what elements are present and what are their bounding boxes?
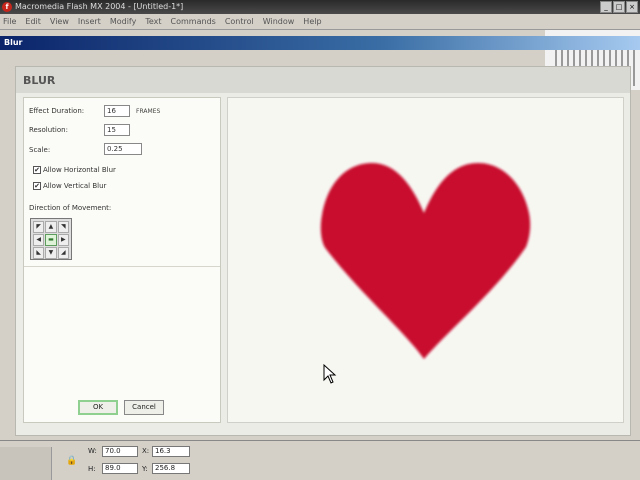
resolution-input[interactable]: 15 bbox=[104, 124, 130, 136]
flash-logo-icon: f bbox=[2, 2, 12, 12]
y-input[interactable]: 256.8 bbox=[152, 463, 190, 474]
direction-selector: ◤ ▲ ◥ ◀ ▬ ▶ ◣ ▼ ◢ bbox=[30, 218, 72, 260]
resolution-label: Resolution: bbox=[29, 126, 68, 134]
scale-label: Scale: bbox=[29, 146, 51, 154]
menu-view[interactable]: View bbox=[50, 17, 69, 26]
heart-icon bbox=[320, 163, 531, 359]
x-label: X: bbox=[142, 447, 150, 455]
allow-horizontal-checkbox[interactable]: ✔ Allow Horizontal Blur bbox=[33, 166, 116, 174]
menu-text[interactable]: Text bbox=[145, 17, 161, 26]
effect-duration-unit: FRAMES bbox=[136, 108, 161, 115]
menu-insert[interactable]: Insert bbox=[78, 17, 101, 26]
dialog-header: BLUR bbox=[16, 67, 630, 93]
lock-icon[interactable]: 🔒 bbox=[66, 456, 77, 466]
ok-button[interactable]: OK bbox=[78, 400, 118, 415]
app-title: Macromedia Flash MX 2004 - [Untitled-1*] bbox=[15, 2, 184, 11]
arrow-up-icon[interactable]: ▲ bbox=[45, 221, 57, 233]
direction-label: Direction of Movement: bbox=[29, 204, 112, 212]
arrow-down-right-icon[interactable]: ◢ bbox=[57, 247, 69, 259]
app-titlebar: f Macromedia Flash MX 2004 - [Untitled-1… bbox=[0, 0, 640, 14]
menu-modify[interactable]: Modify bbox=[110, 17, 137, 26]
effect-duration-input[interactable]: 16 bbox=[104, 105, 130, 117]
height-input[interactable]: 89.0 bbox=[102, 463, 138, 474]
settings-panel: Effect Duration: 16 FRAMES Resolution: 1… bbox=[23, 97, 221, 423]
width-label: W: bbox=[88, 447, 97, 455]
arrow-cursor-icon bbox=[323, 364, 337, 384]
checkbox-check-icon: ✔ bbox=[33, 166, 41, 174]
dialog-heading: BLUR bbox=[23, 74, 56, 87]
menu-edit[interactable]: Edit bbox=[25, 17, 41, 26]
maximize-button[interactable]: □ bbox=[613, 1, 625, 13]
scale-input[interactable]: 0.25 bbox=[104, 143, 142, 155]
arrow-right-icon[interactable]: ▶ bbox=[57, 234, 69, 246]
arrow-down-left-icon[interactable]: ◣ bbox=[33, 247, 45, 259]
direction-center-icon[interactable]: ▬ bbox=[45, 234, 57, 246]
blur-dialog: BLUR Effect Duration: 16 FRAMES Resoluti… bbox=[15, 66, 631, 436]
window-controls: _ □ × bbox=[600, 1, 638, 13]
properties-thumbnail bbox=[0, 447, 52, 480]
menu-commands[interactable]: Commands bbox=[171, 17, 216, 26]
x-input[interactable]: 16.3 bbox=[152, 446, 190, 457]
menu-help[interactable]: Help bbox=[303, 17, 321, 26]
y-label: Y: bbox=[142, 465, 148, 473]
allow-vertical-checkbox[interactable]: ✔ Allow Vertical Blur bbox=[33, 182, 106, 190]
menu-bar: File Edit View Insert Modify Text Comman… bbox=[0, 14, 640, 30]
menu-control[interactable]: Control bbox=[225, 17, 254, 26]
cancel-button[interactable]: Cancel bbox=[124, 400, 164, 415]
effect-duration-label: Effect Duration: bbox=[29, 107, 85, 115]
width-input[interactable]: 70.0 bbox=[102, 446, 138, 457]
effect-preview bbox=[227, 97, 624, 423]
properties-bar: 🔒 W: 70.0 X: 16.3 H: 89.0 Y: 256.8 bbox=[0, 440, 640, 480]
arrow-left-icon[interactable]: ◀ bbox=[33, 234, 45, 246]
panel-divider bbox=[24, 266, 220, 267]
menu-window[interactable]: Window bbox=[263, 17, 295, 26]
checkbox-check-icon: ✔ bbox=[33, 182, 41, 190]
close-button[interactable]: × bbox=[626, 1, 638, 13]
arrow-up-left-icon[interactable]: ◤ bbox=[33, 221, 45, 233]
minimize-button[interactable]: _ bbox=[600, 1, 612, 13]
arrow-up-right-icon[interactable]: ◥ bbox=[57, 221, 69, 233]
arrow-down-icon[interactable]: ▼ bbox=[45, 247, 57, 259]
height-label: H: bbox=[88, 465, 96, 473]
allow-horizontal-label: Allow Horizontal Blur bbox=[43, 166, 116, 174]
allow-vertical-label: Allow Vertical Blur bbox=[43, 182, 107, 190]
dialog-titlebar: Blur bbox=[0, 36, 640, 50]
menu-file[interactable]: File bbox=[3, 17, 16, 26]
